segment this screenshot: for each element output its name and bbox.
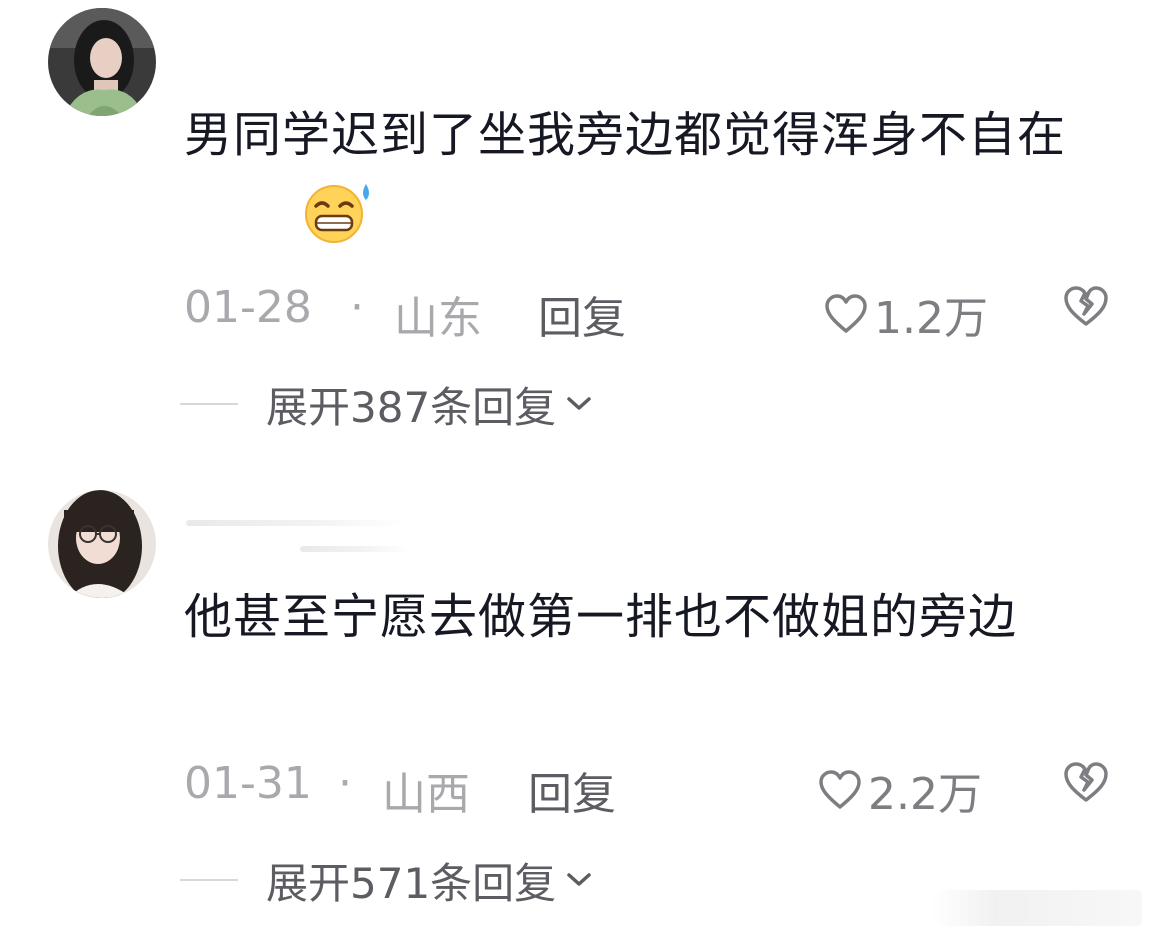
reply-button[interactable]: 回复 [538,282,626,346]
comment-meta: 01-31 · 山西 回复 2.2万 [184,758,1110,820]
heart-outline-icon [819,770,861,809]
avatar[interactable] [48,490,156,598]
comment-region: 山西 [382,769,470,820]
heart-outline-icon [825,294,867,333]
avatar-image [48,490,156,598]
username-redacted [186,520,406,526]
comment-date: 01-28 [184,282,312,333]
watermark-blur [932,890,1142,926]
dislike-button[interactable] [1062,284,1110,339]
expand-replies: 展开387条回复 [180,376,592,432]
chevron-down-icon[interactable] [566,872,592,888]
like-button[interactable]: 2.2万 [818,758,982,822]
like-button[interactable]: 1.2万 [824,282,988,346]
comment-text: 男同学迟到了坐我旁边都觉得浑身不自在 [184,107,1067,163]
username-redacted [300,546,410,552]
comment-region: 山东 [394,293,482,344]
divider-line [180,879,238,881]
chevron-down-icon[interactable] [566,396,592,412]
like-count: 2.2万 [868,769,982,820]
broken-heart-icon [1064,286,1108,326]
expand-replies-button[interactable]: 展开571条回复 [266,850,556,911]
separator-dot: · [338,758,352,809]
comment-date: 01-31 [184,758,312,809]
avatar-image [48,8,156,116]
comment-text: 他甚至宁愿去做第一排也不做姐的旁边 [184,589,1018,645]
like-count: 1.2万 [874,293,988,344]
sweat-smile-emoji [305,184,369,243]
expand-replies: 展开571条回复 [180,852,592,908]
comment-meta: 01-28 · 山东 回复 1.2万 [184,282,1110,344]
separator-dot: · [350,282,364,333]
dislike-button[interactable] [1062,760,1110,815]
divider-line [180,403,238,405]
avatar[interactable] [48,8,156,116]
broken-heart-icon [1064,762,1108,802]
reply-button[interactable]: 回复 [528,758,616,822]
expand-replies-button[interactable]: 展开387条回复 [266,374,556,435]
